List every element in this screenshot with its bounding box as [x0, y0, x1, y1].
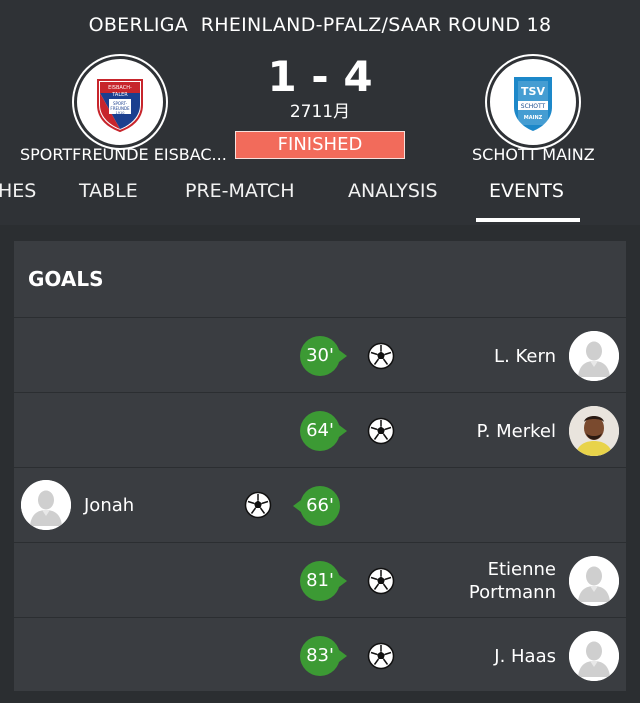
player-avatar-icon[interactable]	[569, 631, 619, 681]
goal-minute-badge: 64'	[300, 411, 347, 451]
tab-analysis[interactable]: ANALYSIS	[348, 180, 438, 202]
goal-minute-badge: 81'	[300, 561, 347, 601]
goal-scorer-name[interactable]: Jonah	[84, 494, 134, 517]
match-status-badge: FINISHED	[235, 131, 405, 159]
goal-minute-badge: 83'	[300, 636, 347, 676]
player-avatar-icon[interactable]	[569, 331, 619, 381]
goal-scorer-name[interactable]: J. Haas	[494, 645, 556, 668]
tab-matches[interactable]: HES	[0, 180, 36, 202]
soccer-ball-icon	[244, 491, 272, 519]
player-photo-avatar-icon[interactable]	[569, 406, 619, 456]
goals-section-title: GOALS	[28, 267, 104, 291]
soccer-ball-icon	[367, 567, 395, 595]
match-score: 1 - 4	[267, 52, 373, 101]
soccer-ball-icon	[367, 642, 395, 670]
goal-scorer-name[interactable]: L. Kern	[494, 345, 556, 368]
tab-pre-match[interactable]: PRE-MATCH	[185, 180, 294, 202]
goal-minute-badge: 66'	[293, 486, 340, 526]
soccer-ball-icon	[367, 417, 395, 445]
match-tabs: HES TABLE PRE-MATCH ANALYSIS EVENTS	[0, 180, 640, 224]
match-date: 2711月	[289, 102, 351, 122]
player-avatar-icon[interactable]	[21, 480, 71, 530]
away-team-name[interactable]: SCHOTT MAINZ	[472, 145, 595, 164]
tab-events[interactable]: EVENTS	[489, 180, 564, 202]
goal-minute-badge: 30'	[300, 336, 347, 376]
goal-scorer-name[interactable]: Etienne Portmann	[469, 558, 556, 604]
home-team-name[interactable]: SPORTFREUNDE EISBAC...	[20, 145, 227, 164]
goal-scorer-name[interactable]: P. Merkel	[477, 420, 556, 443]
player-avatar-icon[interactable]	[569, 556, 619, 606]
soccer-ball-icon	[367, 342, 395, 370]
competition-title: OBERLIGA RHEINLAND-PFALZ/SAAR ROUND 18	[88, 14, 552, 36]
tab-table[interactable]: TABLE	[79, 180, 138, 202]
active-tab-indicator	[476, 218, 580, 222]
